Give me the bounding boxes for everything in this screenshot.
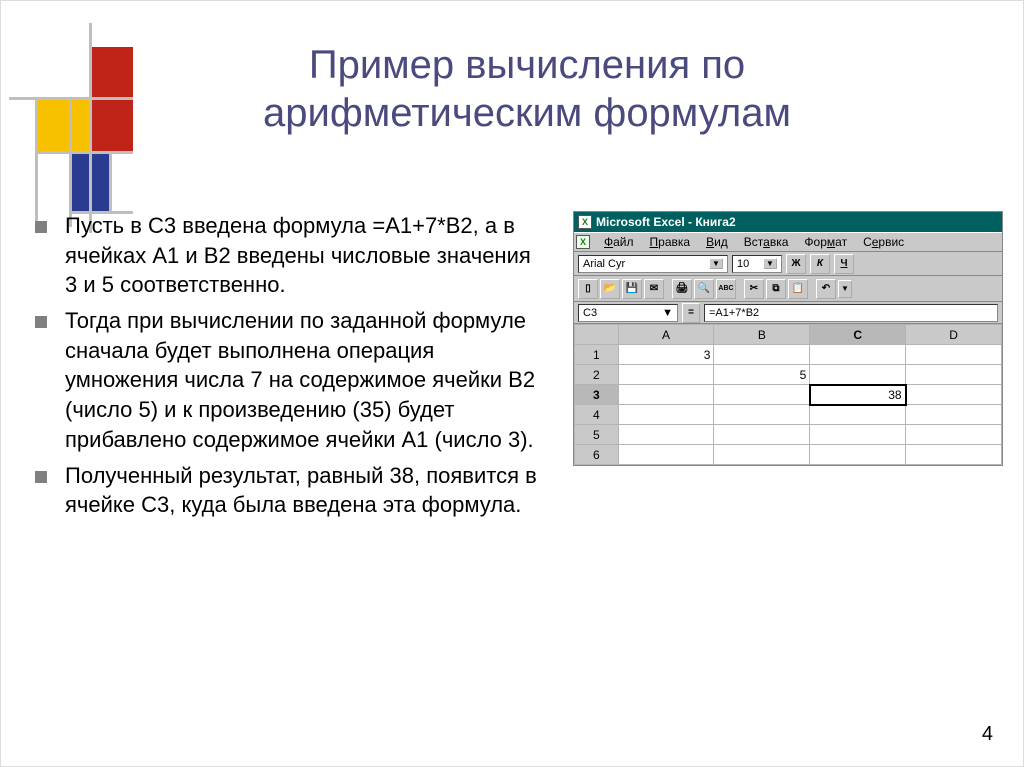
formula-bar: C3 ▼ = =A1+7*B2 <box>574 302 1002 324</box>
cell-c2[interactable] <box>810 365 906 385</box>
cell-a6[interactable] <box>618 445 714 465</box>
page-number: 4 <box>982 723 993 746</box>
row-header-4[interactable]: 4 <box>575 405 619 425</box>
bullet-list: Пусть в C3 введена формула =A1+7*B2, а в… <box>35 211 545 526</box>
list-item: Полученный результат, равный 38, появитс… <box>35 461 545 520</box>
bold-button[interactable]: Ж <box>786 254 806 274</box>
row-header-1[interactable]: 1 <box>575 345 619 365</box>
print-icon[interactable]: 🖨 <box>672 279 692 299</box>
window-titlebar: X Microsoft Excel - Книга2 <box>574 212 1002 232</box>
list-item: Пусть в C3 введена формула =A1+7*B2, а в… <box>35 211 545 300</box>
bullet-text: Полученный результат, равный 38, появитс… <box>65 461 545 520</box>
preview-icon[interactable]: 🔍 <box>694 279 714 299</box>
cell-a3[interactable] <box>618 385 714 405</box>
abc-icon[interactable]: ABC <box>716 279 736 299</box>
equals-button[interactable]: = <box>682 303 700 323</box>
cell-a2[interactable] <box>618 365 714 385</box>
excel-screenshot: X Microsoft Excel - Книга2 X Файл Правка… <box>573 211 1003 466</box>
cell-a4[interactable] <box>618 405 714 425</box>
menu-view[interactable]: Вид <box>700 233 734 251</box>
cell-a1[interactable]: 3 <box>618 345 714 365</box>
cell-b4[interactable] <box>714 405 810 425</box>
col-header-c[interactable]: C <box>810 325 906 345</box>
email-icon[interactable]: ✉ <box>644 279 664 299</box>
menu-format[interactable]: Формат <box>798 233 853 251</box>
slide-title: Пример вычисления по арифметическим форм… <box>1 41 1023 137</box>
save-icon[interactable]: 💾 <box>622 279 642 299</box>
cell-d2[interactable] <box>906 365 1002 385</box>
excel-app-icon: X <box>578 215 592 229</box>
cell-b6[interactable] <box>714 445 810 465</box>
cell-b3[interactable] <box>714 385 810 405</box>
dropdown-icon[interactable]: ▼ <box>709 258 723 269</box>
cell-c6[interactable] <box>810 445 906 465</box>
col-header-d[interactable]: D <box>906 325 1002 345</box>
underline-button[interactable]: Ч <box>834 254 854 274</box>
list-item: Тогда при вычислении по заданной формуле… <box>35 306 545 454</box>
col-header-a[interactable]: A <box>618 325 714 345</box>
cell-c3[interactable]: 38 <box>810 385 906 405</box>
bullet-text: Пусть в C3 введена формула =A1+7*B2, а в… <box>65 211 545 300</box>
cell-d3[interactable] <box>906 385 1002 405</box>
cell-b5[interactable] <box>714 425 810 445</box>
menu-tools[interactable]: Сервис <box>857 233 910 251</box>
cell-d1[interactable] <box>906 345 1002 365</box>
dropdown-icon[interactable]: ▼ <box>763 258 777 269</box>
cut-icon[interactable]: ✂ <box>744 279 764 299</box>
open-icon[interactable]: 📂 <box>600 279 620 299</box>
cell-d4[interactable] <box>906 405 1002 425</box>
cell-b2[interactable]: 5 <box>714 365 810 385</box>
cell-b1[interactable] <box>714 345 810 365</box>
menu-insert[interactable]: Вставка <box>738 233 795 251</box>
cell-c1[interactable] <box>810 345 906 365</box>
new-icon[interactable]: ▯ <box>578 279 598 299</box>
font-name-combo[interactable]: Arial Cyr▼ <box>578 255 728 273</box>
col-header-b[interactable]: B <box>714 325 810 345</box>
standard-toolbar: ▯ 📂 💾 ✉ 🖨 🔍 ABC ✂ ⧉ 📋 ↶ ▼ <box>574 276 1002 302</box>
format-bar: Arial Cyr▼ 10▼ Ж К Ч <box>574 252 1002 276</box>
row-header-2[interactable]: 2 <box>575 365 619 385</box>
formula-input[interactable]: =A1+7*B2 <box>704 304 998 322</box>
slide: Пример вычисления по арифметическим форм… <box>0 0 1024 767</box>
menu-file[interactable]: Файл <box>598 233 640 251</box>
window-title: Microsoft Excel - Книга2 <box>596 215 736 229</box>
bullet-icon <box>35 316 47 328</box>
undo-icon[interactable]: ↶ <box>816 279 836 299</box>
cell-d5[interactable] <box>906 425 1002 445</box>
dropdown-icon[interactable]: ▼ <box>838 280 852 298</box>
dropdown-icon[interactable]: ▼ <box>662 307 673 319</box>
spreadsheet-grid[interactable]: A B C D 1 3 2 5 3 <box>574 324 1002 465</box>
menu-bar: X Файл Правка Вид Вставка Формат Сервис <box>574 232 1002 252</box>
row-header-5[interactable]: 5 <box>575 425 619 445</box>
cell-c4[interactable] <box>810 405 906 425</box>
menu-edit[interactable]: Правка <box>644 233 697 251</box>
name-box[interactable]: C3 ▼ <box>578 304 678 322</box>
row-header-3[interactable]: 3 <box>575 385 619 405</box>
copy-icon[interactable]: ⧉ <box>766 279 786 299</box>
bullet-icon <box>35 221 47 233</box>
bullet-icon <box>35 471 47 483</box>
workbook-icon: X <box>576 235 590 249</box>
select-all-corner[interactable] <box>575 325 619 345</box>
italic-button[interactable]: К <box>810 254 830 274</box>
cell-d6[interactable] <box>906 445 1002 465</box>
cell-c5[interactable] <box>810 425 906 445</box>
font-size-combo[interactable]: 10▼ <box>732 255 782 273</box>
cell-a5[interactable] <box>618 425 714 445</box>
paste-icon[interactable]: 📋 <box>788 279 808 299</box>
row-header-6[interactable]: 6 <box>575 445 619 465</box>
bullet-text: Тогда при вычислении по заданной формуле… <box>65 306 545 454</box>
